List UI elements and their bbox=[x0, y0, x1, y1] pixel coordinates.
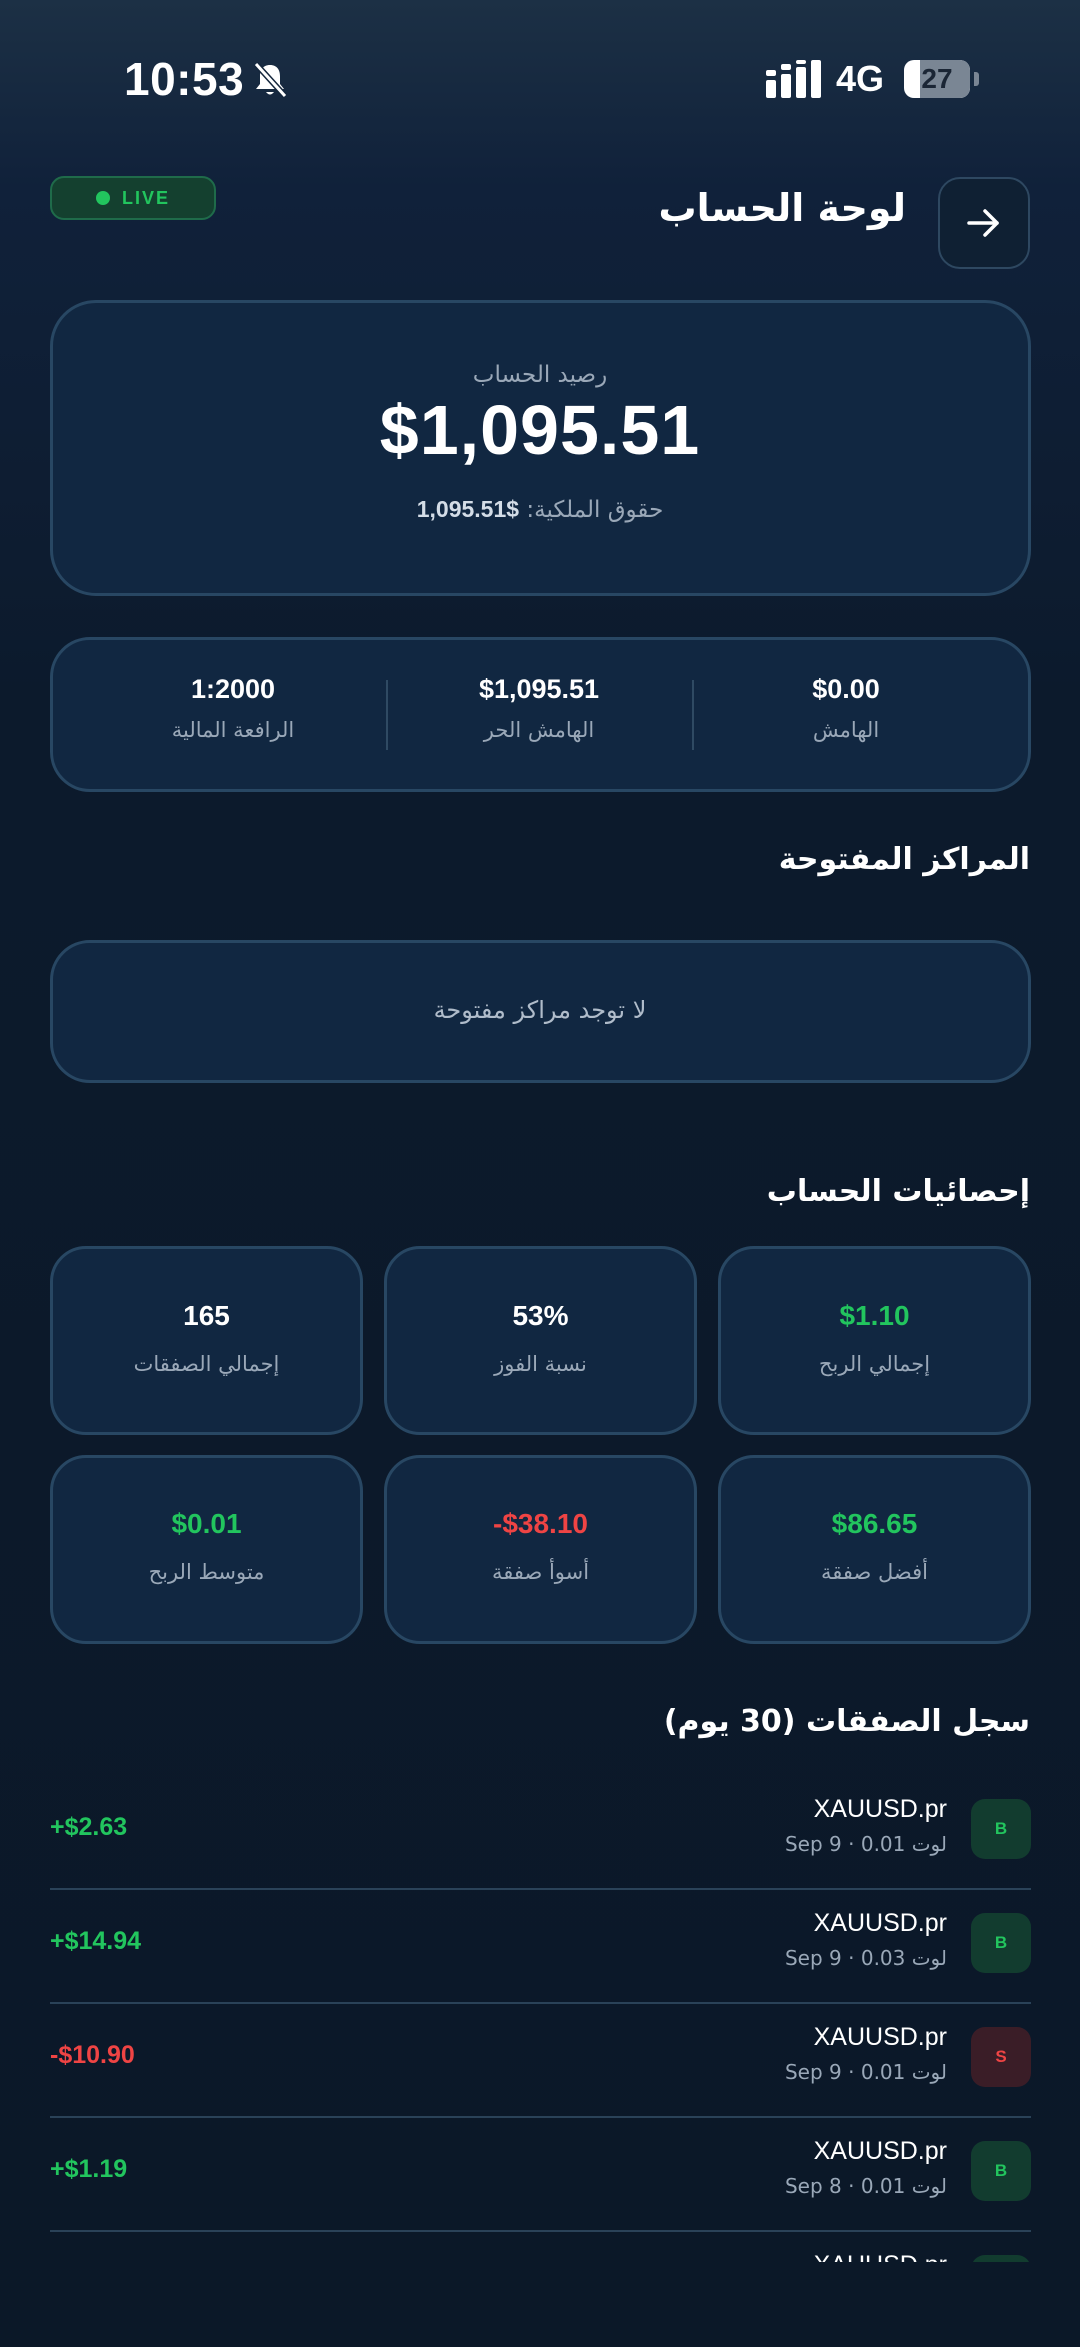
balance-value: $1,095.51 bbox=[379, 391, 701, 469]
divider bbox=[386, 680, 388, 750]
trade-meta: لوت 0.01 · 8 Sep bbox=[784, 2174, 947, 2198]
trade-pnl: +$14.94 bbox=[50, 1927, 142, 1955]
worst-trade-label: أسوأ صفقة bbox=[491, 1560, 590, 1584]
leverage-label: الرافعة المالية bbox=[171, 718, 295, 742]
equity-row: حقوق الملكية: $1,095.51 bbox=[0, 496, 1080, 523]
margin-card bbox=[50, 637, 1031, 792]
live-label: LIVE bbox=[121, 187, 170, 208]
trade-pnl: +$1.19 bbox=[50, 2155, 128, 2183]
total-profit-value: $1.10 bbox=[839, 1300, 910, 1331]
win-rate-label: نسبة الفوز bbox=[494, 1352, 587, 1376]
battery-icon: 27 bbox=[904, 60, 970, 98]
margin-label: الهامش bbox=[812, 718, 880, 742]
side-badge: B bbox=[971, 1799, 1031, 1859]
leverage-value: 1:2000 bbox=[190, 674, 276, 704]
avg-profit-label: متوسط الربح bbox=[148, 1560, 265, 1584]
trade-pnl: +$2.63 bbox=[50, 1813, 128, 1841]
trade-meta: لوت 0.01 · 9 Sep bbox=[784, 2060, 947, 2084]
stat-card-avg-profit bbox=[50, 1455, 363, 1644]
equity-value: $1,095.51 bbox=[416, 496, 520, 522]
battery-tip bbox=[974, 72, 979, 86]
stat-card-worst-trade bbox=[384, 1455, 697, 1644]
arrow-right-icon bbox=[967, 209, 999, 237]
total-profit-label: إجمالي الربح bbox=[818, 1352, 931, 1376]
free-margin-value: $1,095.51 bbox=[478, 674, 600, 704]
divider bbox=[50, 2116, 1031, 2118]
stats-title: إحصائيات الحساب bbox=[766, 1174, 1030, 1209]
divider bbox=[50, 1888, 1031, 1890]
margin-value: $0.00 bbox=[812, 674, 880, 704]
total-trades-label: إجمالي الصفقات bbox=[133, 1352, 280, 1376]
trade-symbol: XAUUSD.pr bbox=[813, 2137, 947, 2165]
trade-pnl: -$10.90 bbox=[50, 2041, 135, 2069]
history-title: سجل الصفقات (30 يوم) bbox=[663, 1704, 1030, 1739]
page-title: لوحة الحساب bbox=[658, 186, 906, 230]
trade-symbol: XAUUSD.pr bbox=[813, 1909, 947, 1937]
stat-card-best-trade bbox=[718, 1455, 1031, 1644]
battery-level: 27 bbox=[921, 63, 953, 94]
live-badge: LIVE bbox=[50, 176, 216, 220]
best-trade-value: $86.65 bbox=[831, 1508, 918, 1539]
worst-trade-value: -$38.10 bbox=[493, 1508, 588, 1539]
equity-label: حقوق الملكية: bbox=[526, 497, 664, 523]
free-margin-label: الهامش الحر bbox=[483, 718, 595, 742]
trade-meta: لوت 0.01 · 9 Sep bbox=[784, 1832, 947, 1856]
network-type: 4G bbox=[836, 58, 885, 99]
live-dot-icon bbox=[95, 191, 110, 205]
avg-profit-value: $0.01 bbox=[171, 1508, 242, 1539]
trade-symbol: XAUUSD.pr bbox=[813, 2023, 947, 2051]
signal-icon bbox=[766, 60, 821, 98]
stat-card-win-rate bbox=[384, 1246, 697, 1435]
status-time: 10:53 bbox=[124, 53, 245, 105]
side-badge: B bbox=[971, 1913, 1031, 1973]
best-trade-label: أفضل صفقة bbox=[821, 1560, 928, 1584]
side-badge: B bbox=[971, 2141, 1031, 2201]
win-rate-value: 53% bbox=[512, 1300, 569, 1331]
balance-label: رصيد الحساب bbox=[472, 362, 608, 388]
trade-meta: لوت 0.03 · 9 Sep bbox=[784, 1946, 947, 1970]
open-positions-title: المراكز المفتوحة bbox=[778, 842, 1030, 877]
divider bbox=[50, 2002, 1031, 2004]
stat-card-total-profit bbox=[718, 1246, 1031, 1435]
divider bbox=[692, 680, 694, 750]
empty-state-text: لا توجد مراكز مفتوحة bbox=[433, 996, 647, 1024]
stat-card-total-trades bbox=[50, 1246, 363, 1435]
bell-slash-icon bbox=[253, 61, 288, 99]
side-badge: S bbox=[971, 2027, 1031, 2087]
divider bbox=[50, 2230, 1031, 2232]
trade-symbol: XAUUSD.pr bbox=[813, 1795, 947, 1823]
back-button[interactable] bbox=[938, 177, 1030, 269]
total-trades-value: 165 bbox=[183, 1300, 230, 1331]
bottom-fade bbox=[0, 2262, 1080, 2347]
